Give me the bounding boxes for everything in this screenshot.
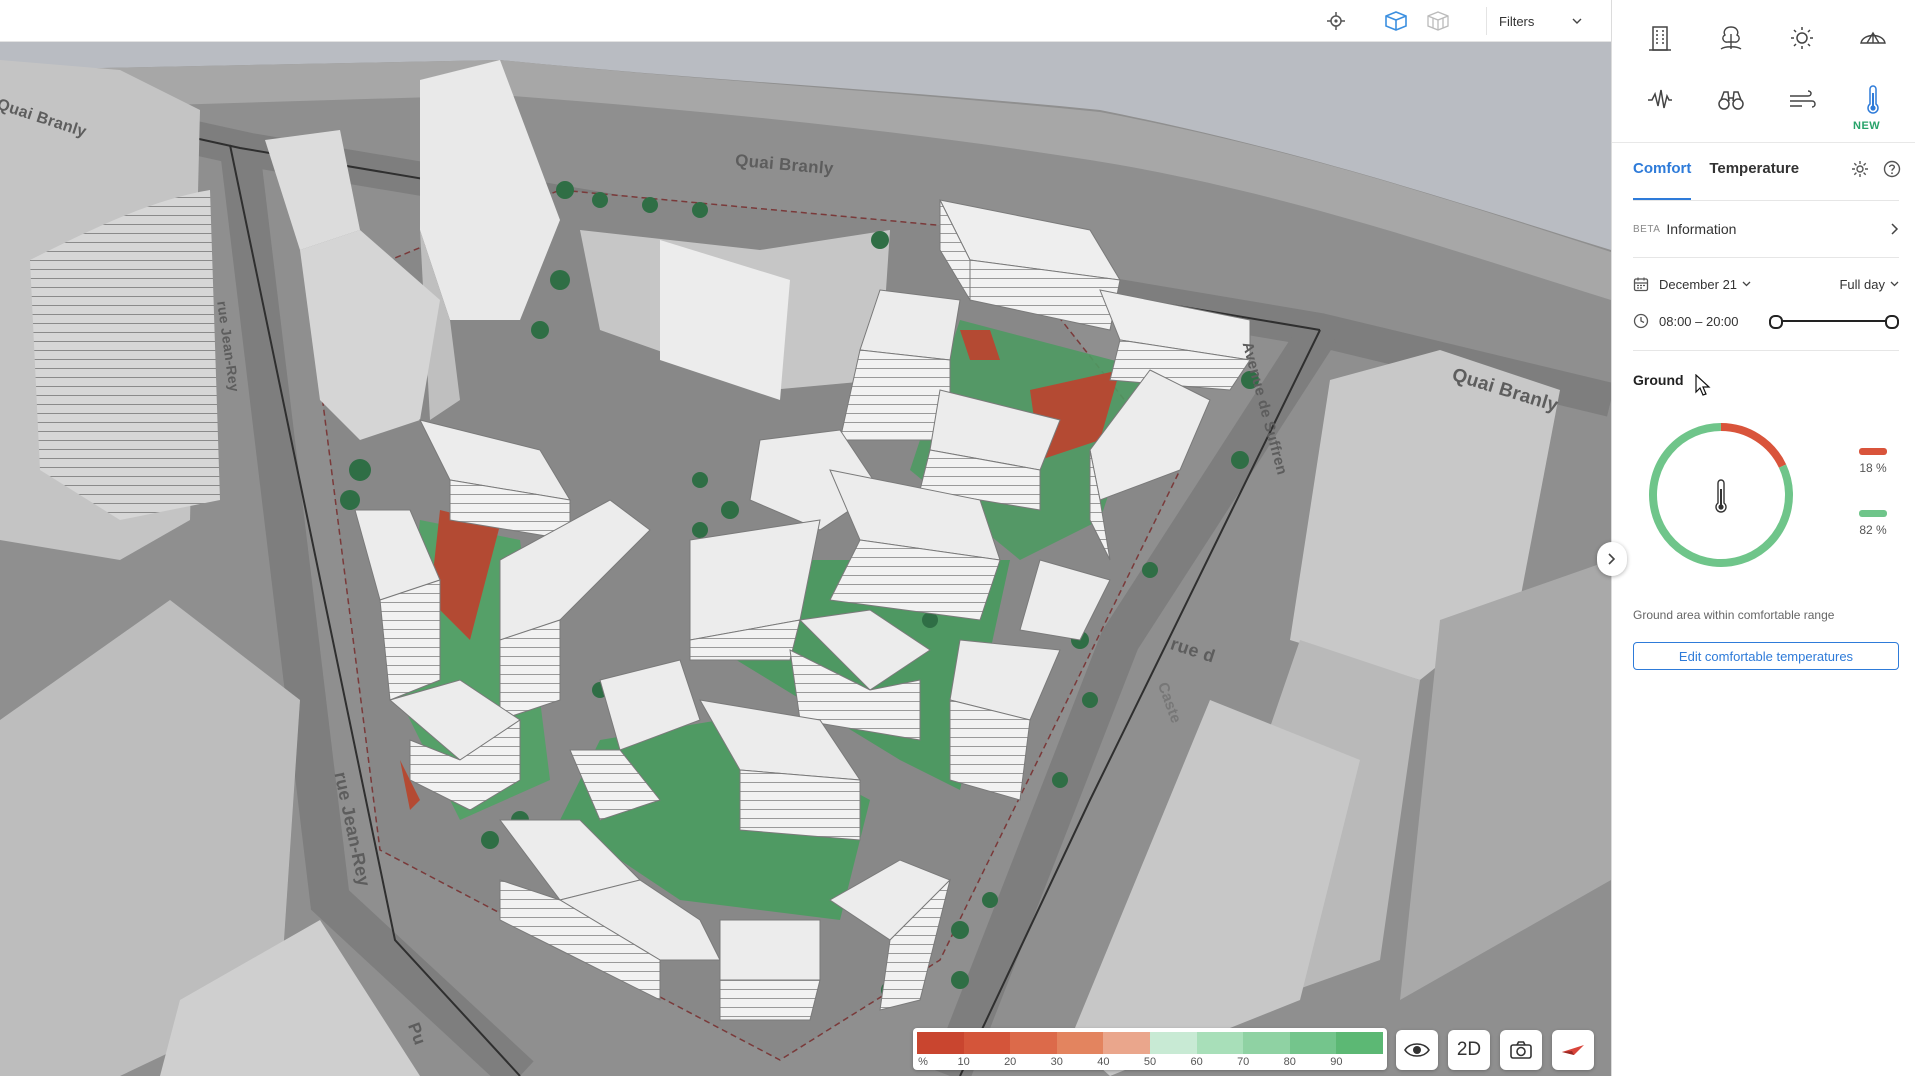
3d-box-icon[interactable] [1382, 8, 1410, 34]
tab-comfort[interactable]: Comfort [1633, 160, 1692, 200]
divider [1633, 200, 1899, 201]
tree-icon[interactable] [1709, 16, 1753, 60]
divider [1633, 257, 1899, 258]
period-select[interactable]: Full day [1839, 277, 1885, 292]
chevron-right-icon [1891, 223, 1899, 235]
3d-buildings-icon[interactable] [1424, 8, 1452, 34]
slider-handle-start[interactable] [1769, 315, 1783, 329]
ground-caption: Ground area within comfortable range [1633, 608, 1835, 622]
calendar-icon [1633, 277, 1649, 292]
new-badge: NEW [1853, 120, 1881, 132]
compass-icon [1562, 1045, 1584, 1055]
legend-tick-label: 60 [1190, 1056, 1203, 1068]
legend-color-step [1243, 1032, 1290, 1054]
umbrella-icon[interactable] [1851, 16, 1895, 60]
thermometer-icon [1715, 479, 1727, 513]
visibility-button[interactable] [1396, 1030, 1438, 1070]
sun-icon[interactable] [1780, 16, 1824, 60]
legend-color-step [1336, 1032, 1383, 1054]
help-icon[interactable] [1883, 160, 1901, 178]
tab-actions [1851, 160, 1901, 178]
binoculars-icon[interactable] [1709, 78, 1753, 122]
uncomfortable-percent: 18 % [1859, 461, 1887, 475]
chevron-down-icon [1572, 18, 1582, 24]
chevron-down-icon [1890, 281, 1899, 287]
legend-color-step [963, 1032, 1011, 1054]
ground-comfort-donut [1641, 415, 1801, 575]
legend-tick-label: 90 [1330, 1056, 1343, 1068]
comfortable-swatch [1859, 510, 1887, 517]
comfortable-percent: 82 % [1859, 523, 1887, 537]
legend-tick-label: 80 [1283, 1056, 1296, 1068]
clock-icon [1633, 313, 1649, 329]
uncomfortable-share: 18 % [1851, 448, 1895, 475]
noise-icon[interactable] [1638, 78, 1682, 122]
beta-badge: BETA [1633, 223, 1661, 235]
locate-icon[interactable] [1322, 8, 1350, 34]
comfort-legend: % 10 20 30 40 50 60 70 80 90 [913, 1028, 1387, 1070]
uncomfortable-swatch [1859, 448, 1887, 455]
edit-comfortable-temperatures-button[interactable]: Edit comfortable temperatures [1633, 642, 1899, 670]
divider [1633, 350, 1899, 351]
donut-segment-uncomfortable [1720, 423, 1787, 468]
wind-icon[interactable] [1780, 78, 1824, 122]
thermometer-icon[interactable] [1851, 78, 1895, 122]
legend-color-step [917, 1032, 964, 1054]
map-toolbar: Filters [0, 0, 1611, 42]
legend-color-step [1149, 1032, 1197, 1054]
slider-handle-end[interactable] [1885, 315, 1899, 329]
legend-color-step [1196, 1032, 1244, 1054]
analysis-tabs: Comfort Temperature [1633, 160, 1817, 200]
tab-temperature[interactable]: Temperature [1709, 160, 1799, 200]
legend-unit: % [918, 1056, 928, 1068]
legend-color-step [1289, 1032, 1337, 1054]
legend-tick-label: 70 [1237, 1056, 1250, 1068]
information-label: Information [1666, 221, 1737, 237]
settings-icon[interactable] [1851, 160, 1869, 178]
legend-tick-label: 10 [957, 1056, 970, 1068]
information-row[interactable]: BETA Information [1633, 218, 1899, 240]
legend-color-step [1056, 1032, 1104, 1054]
mouse-cursor-icon [1695, 374, 1711, 396]
camera-icon [1510, 1041, 1532, 1059]
chevron-right-icon [1608, 553, 1616, 565]
ground-title: Ground [1633, 372, 1684, 388]
legend-color-step [1010, 1032, 1057, 1054]
legend-ticks: % 10 20 30 40 50 60 70 80 90 [917, 1056, 1383, 1068]
eye-icon [1404, 1043, 1430, 1057]
date-select[interactable]: December 21 [1659, 277, 1737, 292]
legend-tick-label: 30 [1050, 1056, 1063, 1068]
legend-color-step [1103, 1032, 1150, 1054]
compass-button[interactable] [1552, 1030, 1594, 1070]
time-range-slider[interactable] [1769, 313, 1899, 329]
date-row: December 21 Full day [1633, 273, 1899, 295]
map-viewport[interactable]: Quai Branly Quai Branly Quai Branly rue … [0, 0, 1611, 1076]
time-row: 08:00 – 20:00 [1633, 310, 1899, 332]
filters-label: Filters [1499, 13, 1535, 29]
filters-dropdown[interactable]: Filters [1486, 7, 1590, 35]
legend-tick-label: 20 [1004, 1056, 1017, 1068]
legend-tick-label: 50 [1143, 1056, 1157, 1068]
comfortable-share: 82 % [1851, 510, 1895, 537]
time-range-label: 08:00 – 20:00 [1659, 313, 1739, 329]
building-icon[interactable] [1638, 16, 1682, 60]
screenshot-button[interactable] [1500, 1030, 1542, 1070]
legend-color-scale [917, 1032, 1383, 1054]
collapse-panel-button[interactable] [1597, 542, 1627, 576]
view-mode-2d-button[interactable]: 2D [1448, 1030, 1490, 1070]
chevron-down-icon [1742, 281, 1751, 287]
legend-tick-label: 40 [1097, 1056, 1110, 1068]
